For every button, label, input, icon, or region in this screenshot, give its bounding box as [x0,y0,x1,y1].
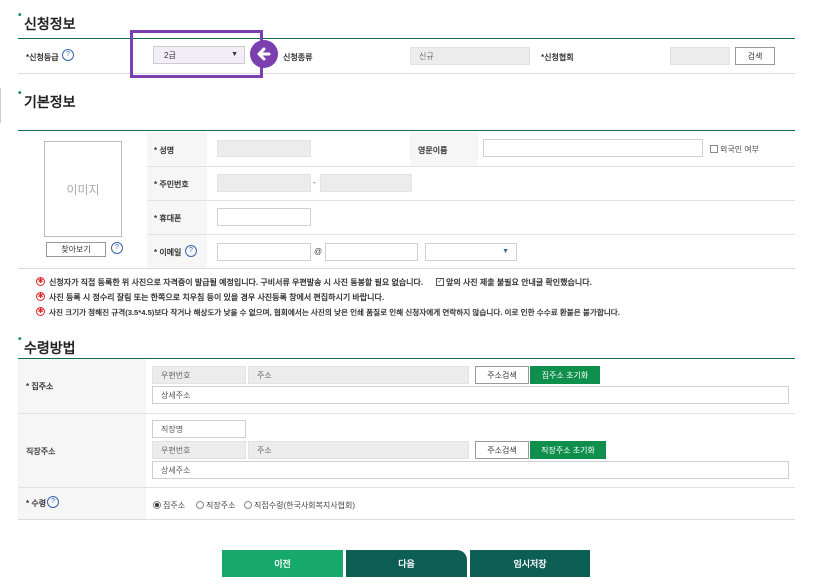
radio-visit[interactable] [244,501,252,509]
eng-name-label: 영문이름 [418,146,448,155]
work-address-label: 직장주소 [26,447,56,456]
assoc-field [670,47,730,65]
work-detail-input[interactable]: 상세주소 [152,461,789,479]
name-field [217,140,311,157]
work-zip-field: 우편번호 [152,441,246,459]
row-divider [18,519,795,520]
eng-name-input[interactable] [483,139,703,157]
rrn-separator: - [313,178,316,187]
home-addr-field: 주소 [248,366,469,384]
work-addr-reset-button[interactable]: 직장주소 초기화 [530,441,606,459]
left-edge-line [0,88,1,123]
radio-work-label: 직장주소 [206,501,236,510]
assoc-label: *신청협회 [541,53,574,62]
arrow-left-icon [250,40,278,68]
phone-label: * 휴대폰 [154,214,182,223]
note-3: 사진 크기가 정해진 규격(3.5*4.5)보다 작거나 해상도가 낮을 수 없… [49,308,620,317]
row-divider [18,413,795,414]
radio-home[interactable] [153,501,161,509]
home-addr-reset-button[interactable]: 집주소 초기화 [530,366,600,384]
email-at: @ [314,247,323,256]
email-id-input[interactable] [217,243,311,261]
help-icon[interactable]: ? [47,496,59,508]
rrn-front-field [217,174,311,192]
assoc-search-button[interactable]: 검색 [735,47,775,65]
radio-home-label: 집주소 [163,501,186,510]
rrn-label: * 주민번호 [154,180,189,189]
help-icon[interactable]: ? [111,242,123,254]
receive-label: * 수령 [26,499,47,508]
home-address-label: * 집주소 [26,382,54,391]
photo-placeholder: 이미지 [44,141,122,237]
company-input[interactable]: 직장명 [152,420,246,438]
rrn-back-field [320,174,412,192]
email-domain-select[interactable]: ▼ [425,243,517,261]
confirm-checkbox[interactable]: ✓ [436,278,444,286]
prev-button[interactable]: 이전 [222,550,343,577]
section-bullet-icon: • [18,88,22,99]
radio-work[interactable] [196,501,204,509]
grade-label: *신청등급 [26,53,59,62]
radio-visit-label: 직접수령(한국사회복지사협회) [254,501,356,510]
temp-save-button[interactable]: 임시저장 [470,550,590,577]
work-addr-field: 주소 [248,441,469,459]
note-1: 신청자가 직접 등록한 위 사진으로 자격증이 발급될 예정입니다. 구비서류 … [49,278,424,287]
row-divider [147,234,795,235]
grade-select[interactable]: 2급 ▼ [153,46,245,64]
foreigner-label: 외국인 여부 [720,145,760,154]
grade-select-value: 2급 [164,50,176,60]
home-detail-input[interactable]: 상세주소 [152,386,789,404]
work-addr-search-button[interactable]: 주소검색 [475,441,529,459]
row-divider [18,487,795,488]
row-divider [147,166,795,167]
help-icon[interactable]: ? [62,49,74,61]
chevron-down-icon: ▼ [231,51,238,58]
section-title-receive: • 수령방법 [18,334,76,356]
home-addr-search-button[interactable]: 주소검색 [475,366,529,384]
home-zip-field: 우편번호 [152,366,246,384]
section-bullet-icon: • [18,334,22,345]
type-field: 신규 [410,47,530,65]
find-photo-button[interactable]: 찾아보기 [46,242,106,257]
warning-star-icon: ✱ [36,292,45,301]
warning-star-icon: ✱ [36,307,45,316]
type-label: 신청종류 [283,53,313,62]
name-label: * 성명 [154,146,175,155]
confirm-note: 앞의 사진 제출 불필요 안내글 확인했습니다. [446,278,592,287]
note-2: 사진 등록 시 정수리 잘림 또는 한쪽으로 치우침 등이 있을 경우 사진등록… [49,293,385,302]
section-title-basic: • 기본정보 [18,88,76,110]
email-domain-input[interactable] [325,243,418,261]
row-divider [147,200,795,201]
email-label: * 이메일 [154,248,182,257]
chevron-down-icon: ▼ [502,248,509,255]
next-button[interactable]: 다음 [346,550,467,577]
row-divider [18,268,795,269]
foreigner-checkbox[interactable] [710,145,718,153]
help-icon[interactable]: ? [185,245,197,257]
phone-input[interactable] [217,208,311,226]
section-title-apply: • 신청정보 [18,10,76,32]
section-bullet-icon: • [18,10,22,21]
section-divider [18,130,795,131]
warning-star-icon: ✱ [36,277,45,286]
